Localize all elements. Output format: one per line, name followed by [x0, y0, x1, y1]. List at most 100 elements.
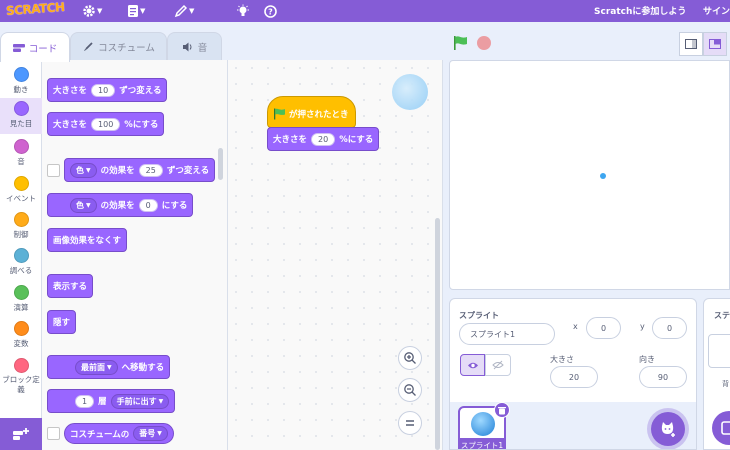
file-menu[interactable]: ▼ [127, 3, 145, 19]
settings-menu[interactable]: ▼ [82, 3, 102, 19]
zoom-in-button[interactable] [398, 346, 422, 370]
stage-canvas[interactable] [449, 60, 730, 290]
direction-input[interactable]: 90 [639, 366, 687, 388]
file-icon [128, 5, 138, 17]
zoom-reset-button[interactable] [398, 411, 422, 435]
x-input[interactable]: 0 [586, 317, 621, 339]
sensing-dot [13, 248, 29, 263]
category-sound[interactable]: 音 [0, 136, 42, 171]
scratch-logo[interactable]: SCRATCH [6, 0, 65, 18]
size-input[interactable]: 20 [550, 366, 598, 388]
small-stage-button[interactable] [679, 32, 703, 56]
brush-icon [84, 42, 93, 51]
tab-costumes[interactable]: コスチューム [70, 32, 167, 61]
show-sprite-button[interactable] [460, 354, 485, 376]
speaker-icon [182, 42, 192, 52]
tutorials-button[interactable] [236, 3, 250, 19]
block-input[interactable]: 1 [75, 394, 95, 408]
zoom-in-icon [404, 352, 416, 364]
small-stage-icon [685, 39, 697, 49]
layer-dropdown[interactable]: 最前面 ▼ [75, 359, 118, 375]
category-sensing[interactable]: 調べる [0, 245, 42, 280]
debug-button[interactable]: ? [263, 3, 278, 19]
delete-sprite-button[interactable] [494, 402, 510, 418]
block-change-size[interactable]: 大きさを 10 ずつ変える [47, 78, 168, 102]
choose-backdrop-button[interactable] [712, 411, 730, 445]
block-input[interactable]: 10 [91, 83, 116, 97]
eye-icon [467, 362, 478, 368]
zoom-out-icon [404, 384, 416, 396]
svg-text:?: ? [268, 7, 273, 16]
block-go-layers[interactable]: 1 層 手前に出す ▼ [47, 389, 176, 413]
green-flag-icon[interactable] [452, 35, 470, 51]
stage-thumbnail[interactable] [708, 334, 730, 368]
code-icon [12, 43, 25, 52]
sprite-name-input[interactable]: スプライト1 [459, 323, 555, 345]
caret-down-icon: ▼ [140, 7, 146, 15]
block-input[interactable]: 100 [91, 117, 121, 131]
palette-scrollbar[interactable] [218, 148, 223, 180]
events-dot [13, 176, 29, 191]
reporter-checkbox[interactable] [47, 164, 60, 177]
choose-sprite-button[interactable] [651, 412, 685, 446]
sprite-on-stage[interactable] [600, 173, 606, 179]
block-costume-reporter[interactable]: コスチュームの 番号 ▼ [64, 423, 174, 444]
stage-selector-panel[interactable]: ステ 背 [703, 298, 730, 450]
block-palette: 大きさを 10 ずつ変える 大きさを 100 %にする 色 ▼ の効果を 25 ず… [42, 60, 228, 450]
hide-sprite-button[interactable] [485, 354, 511, 376]
category-operators[interactable]: 演算 [0, 282, 42, 317]
block-input[interactable]: 20 [311, 132, 336, 146]
cat-plus-icon [661, 422, 675, 437]
scripts-area[interactable]: が押されたとき 大きさを 20 %にする [228, 60, 443, 450]
block-show[interactable]: 表示する [47, 274, 94, 298]
effect-dropdown[interactable]: 色 ▼ [70, 162, 97, 178]
block-set-size-script[interactable]: 大きさを 20 %にする [267, 127, 380, 151]
block-change-effect[interactable]: 色 ▼ の効果を 25 ずつ変える [64, 158, 216, 182]
category-my-blocks[interactable]: ブロック定義 [0, 355, 42, 400]
zoom-out-button[interactable] [398, 378, 422, 402]
join-scratch-link[interactable]: Scratchに参加しよう [594, 4, 686, 17]
my-blocks-dot [13, 358, 29, 373]
y-label: y [640, 322, 645, 331]
block-input[interactable]: 25 [138, 163, 163, 177]
debug-icon: ? [264, 4, 277, 18]
category-menu: 動き 見た目 音 イベント 制御 調べる 演算 変数 ブロック定義 [0, 60, 42, 450]
y-input[interactable]: 0 [652, 317, 687, 339]
variables-dot [13, 321, 29, 336]
sign-in-link[interactable]: サイン [703, 4, 730, 17]
block-when-flag-clicked[interactable]: が押されたとき [267, 96, 356, 128]
category-motion[interactable]: 動き [0, 64, 42, 99]
effect-dropdown[interactable]: 色 ▼ [70, 197, 97, 213]
edit-menu[interactable]: ▼ [174, 3, 194, 19]
sprite-thumbnail-name: スプライト1 [460, 438, 504, 449]
block-go-to-layer[interactable]: 最前面 ▼ へ移動する [47, 355, 171, 379]
normal-stage-icon [709, 39, 721, 49]
stop-button[interactable] [477, 36, 491, 50]
pencil-icon [174, 4, 188, 18]
block-set-effect[interactable]: 色 ▼ の効果を 0 にする [47, 193, 194, 217]
sound-dot [13, 139, 29, 154]
costume-attribute-dropdown[interactable]: 番号 ▼ [133, 426, 168, 441]
tab-code[interactable]: コード [0, 32, 70, 62]
tab-label: コード [28, 43, 58, 55]
trash-icon [498, 406, 506, 414]
normal-stage-button[interactable] [703, 32, 727, 56]
block-clear-effects[interactable]: 画像効果をなくす [47, 228, 128, 252]
backdrops-label: 背 [722, 380, 729, 388]
gear-icon [83, 5, 95, 17]
layer-direction-dropdown[interactable]: 手前に出す ▼ [110, 393, 170, 409]
category-looks[interactable]: 見た目 [0, 98, 42, 134]
block-input[interactable]: 0 [138, 198, 158, 212]
sprite-info-panel: スプライト スプライト1 x 0 y 0 大きさ 20 向き 90 スプライト1 [449, 298, 697, 450]
category-control[interactable]: 制御 [0, 209, 42, 244]
add-extension-button[interactable] [0, 418, 42, 450]
sprite-costume-image [471, 412, 495, 436]
block-hide[interactable]: 隠す [47, 310, 77, 334]
block-set-size[interactable]: 大きさを 100 %にする [47, 112, 165, 136]
reporter-checkbox[interactable] [47, 427, 60, 440]
category-variables[interactable]: 変数 [0, 318, 42, 353]
lightbulb-icon [237, 4, 249, 16]
category-events[interactable]: イベント [0, 173, 42, 208]
tab-sounds[interactable]: 音 [167, 32, 222, 61]
scripts-scrollbar[interactable] [435, 218, 440, 450]
